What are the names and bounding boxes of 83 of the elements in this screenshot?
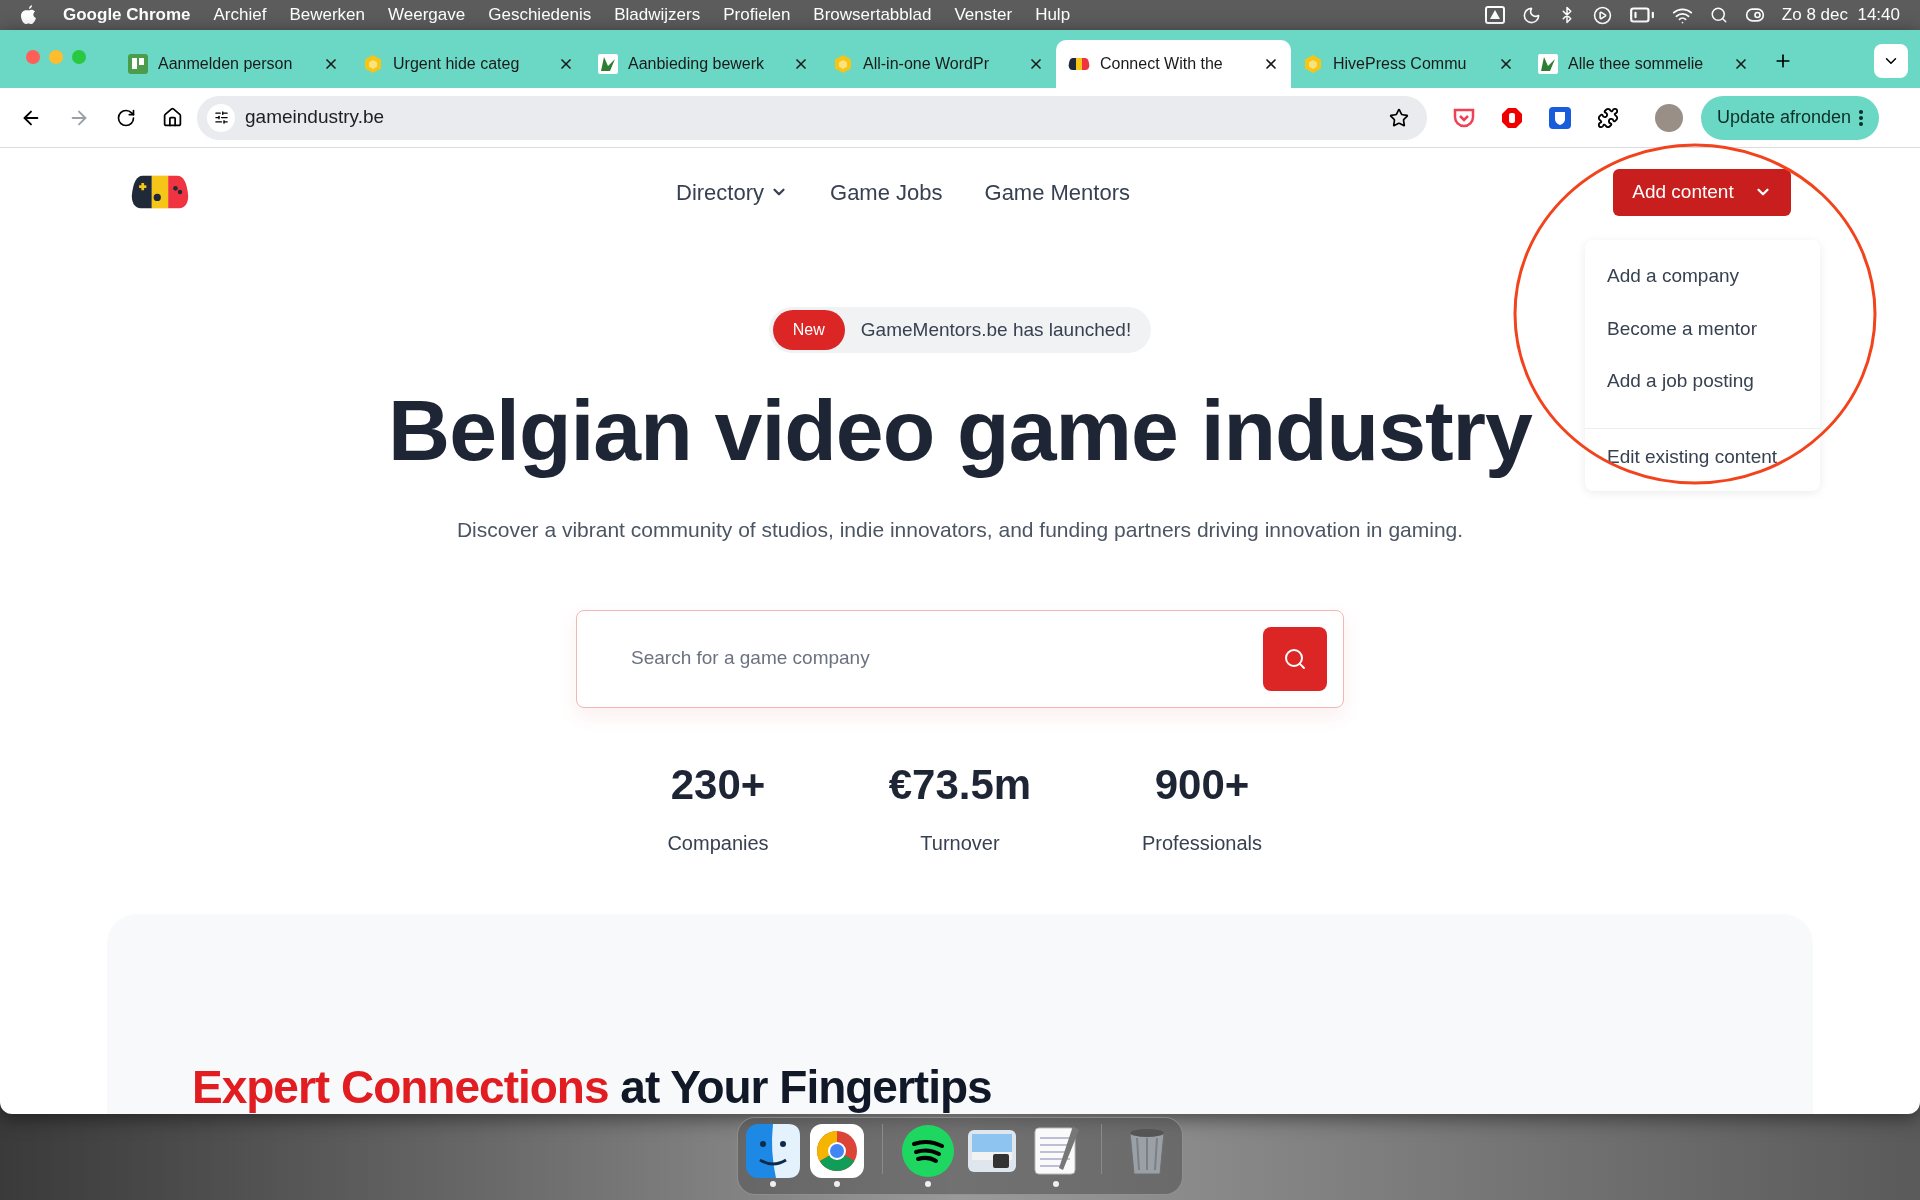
dropdown-item[interactable]: Become a mentor — [1585, 302, 1820, 355]
pocket-icon[interactable] — [1453, 107, 1475, 128]
headline: Belgian video game industry — [388, 381, 1532, 480]
close-icon[interactable] — [323, 56, 339, 72]
tab-title: Aanbieding bewerk — [628, 54, 766, 74]
leaf-icon — [1538, 54, 1558, 74]
tab-title: All-in-one WordPr — [863, 54, 990, 74]
search-button[interactable] — [1263, 626, 1327, 691]
stat-label: Turnover — [920, 830, 1000, 856]
bookmark-star-icon[interactable] — [1389, 107, 1409, 128]
app-name-menu[interactable]: Google Chrome — [63, 2, 191, 28]
finder-icon[interactable] — [746, 1124, 800, 1178]
announcement-badge[interactable]: New GameMentors.be has launched! — [768, 307, 1152, 353]
menu-item[interactable]: Bladwijzers — [614, 2, 701, 28]
menu-item[interactable]: Archief — [213, 2, 267, 28]
stat-value: 900+ — [1154, 763, 1250, 806]
board-icon — [128, 54, 148, 74]
site-settings-icon[interactable] — [213, 110, 229, 125]
tab-title: Alle thee sommelie — [1568, 54, 1705, 74]
close-icon[interactable] — [1028, 56, 1044, 72]
menu-item[interactable]: Weergave — [388, 2, 466, 28]
update-button[interactable]: Update afronden — [1701, 95, 1880, 140]
dropdown-item[interactable]: Add a company — [1585, 250, 1820, 303]
extensions-icon[interactable] — [1597, 106, 1619, 129]
browser-tab[interactable]: Alle thee sommelie — [1526, 40, 1761, 88]
search-icon[interactable] — [1709, 6, 1728, 24]
stat-label: Companies — [667, 830, 769, 856]
hexagon-icon — [833, 54, 853, 74]
browser-tab[interactable]: HivePress Commu — [1291, 40, 1526, 88]
browser-tab[interactable]: Urgent hide categ — [351, 40, 586, 88]
add-content-button[interactable]: Add content — [1613, 168, 1791, 216]
menu-item[interactable]: Bewerken — [289, 2, 366, 28]
subtitle: Discover a vibrant community of studios, indie innovators, and funding partners driving innovation in gaming. — [456, 517, 1464, 544]
menu-item[interactable]: Browsertabblad — [813, 2, 932, 28]
reload-icon[interactable] — [116, 107, 136, 128]
close-icon[interactable] — [1263, 56, 1279, 72]
drive-icon[interactable] — [1484, 6, 1505, 24]
nav-link[interactable]: Directory — [676, 175, 788, 209]
stat-value: €73.5m — [888, 763, 1032, 806]
shield-icon[interactable] — [1549, 106, 1571, 129]
search-field[interactable]: Search for a game company — [631, 644, 1263, 673]
tab-title: Connect With the — [1100, 54, 1224, 74]
browser-tab[interactable]: All-in-one WordPr — [821, 40, 1056, 88]
tab-title: HivePress Commu — [1333, 54, 1468, 74]
address-text: gameindustry.be — [245, 105, 385, 130]
close-icon[interactable] — [793, 56, 809, 72]
browser-tab[interactable]: Aanmelden person — [116, 40, 351, 88]
apple-logo-icon[interactable] — [20, 5, 38, 25]
home-icon[interactable] — [162, 107, 183, 128]
browser-tab[interactable]: Connect With the — [1056, 40, 1291, 88]
menu-item[interactable]: Venster — [954, 2, 1013, 28]
dropdown-item[interactable]: Edit existing content — [1585, 432, 1820, 481]
more-icon — [1859, 109, 1864, 126]
address-bar[interactable]: gameindustry.be — [197, 95, 1427, 140]
close-icon[interactable] — [1498, 56, 1514, 72]
gamepad-icon — [1068, 56, 1090, 72]
nav-link[interactable]: Game Mentors — [984, 175, 1130, 209]
control-center-icon[interactable] — [1744, 5, 1765, 25]
avatar[interactable] — [1655, 103, 1683, 132]
menu-item[interactable]: Hulp — [1035, 2, 1071, 28]
tab-title: Aanmelden person — [158, 54, 294, 74]
play-icon[interactable] — [1592, 5, 1612, 25]
leaf-icon — [598, 54, 618, 74]
search-icon — [1283, 646, 1307, 671]
hand-stop-icon[interactable] — [1501, 106, 1523, 129]
stat-value: 230+ — [670, 763, 766, 806]
moon-icon[interactable] — [1521, 5, 1541, 25]
music-app-icon[interactable] — [901, 1124, 955, 1178]
browser-tab[interactable]: Aanbieding bewerk — [586, 40, 821, 88]
close-icon[interactable] — [558, 56, 574, 72]
hexagon-icon — [1303, 54, 1323, 74]
menu-item[interactable]: Profielen — [723, 2, 791, 28]
stat-label: Professionals — [1141, 830, 1263, 856]
close-icon[interactable] — [1733, 56, 1749, 72]
menu-item[interactable]: Geschiedenis — [488, 2, 592, 28]
announcement-text: GameMentors.be has launched! — [860, 317, 1132, 342]
new-tag: New — [772, 310, 845, 350]
nav-link[interactable]: Game Jobs — [830, 175, 943, 209]
browser-icon[interactable] — [810, 1124, 864, 1178]
tab-title: Urgent hide categ — [393, 54, 521, 74]
hexagon-icon — [363, 54, 383, 74]
dropdown-item[interactable]: Add a job posting — [1585, 355, 1820, 408]
clock[interactable]: Zo 8 dec 14:40 — [1781, 2, 1900, 28]
